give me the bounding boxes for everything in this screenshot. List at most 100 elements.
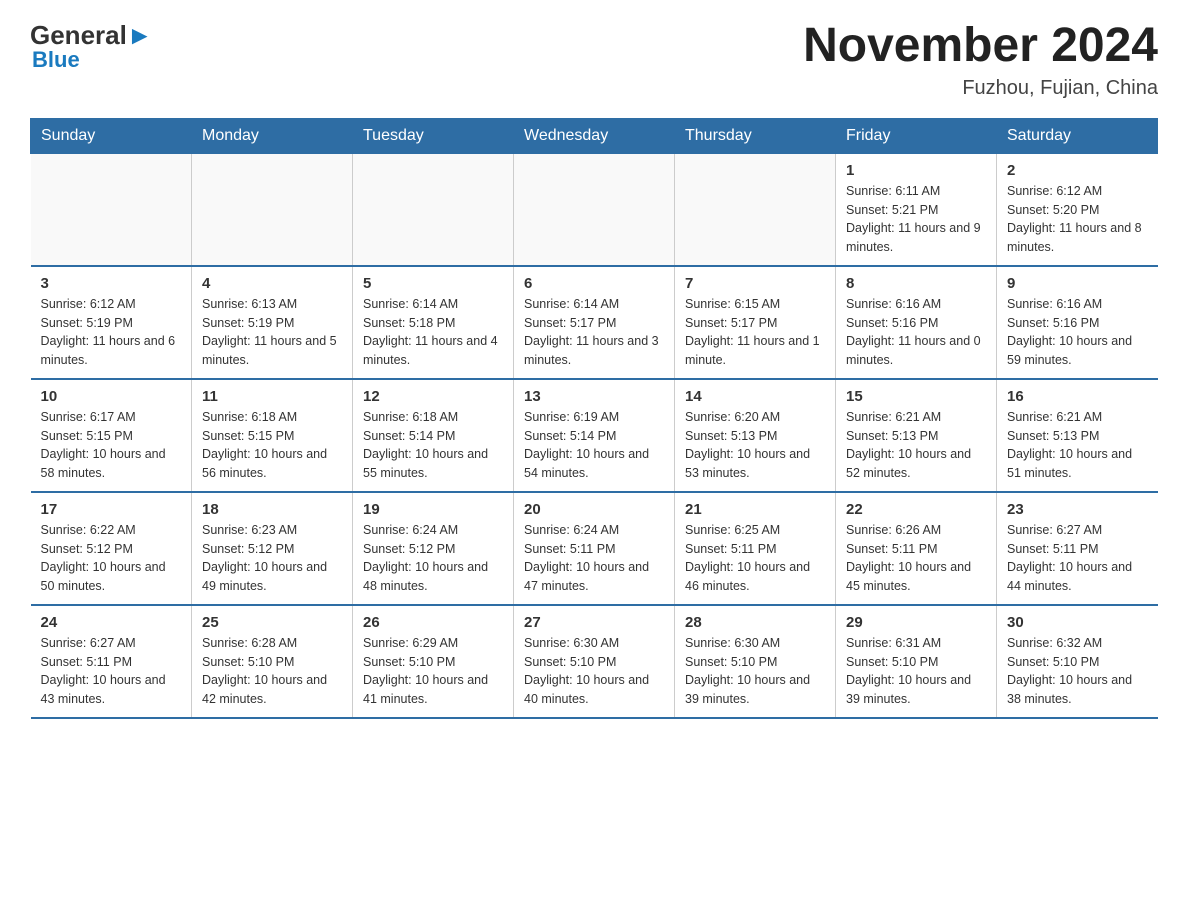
calendar-cell: 7Sunrise: 6:15 AMSunset: 5:17 PMDaylight… xyxy=(675,266,836,379)
col-monday: Monday xyxy=(192,118,353,153)
logo-blue-label: Blue xyxy=(32,47,80,73)
day-info: Sunrise: 6:23 AMSunset: 5:12 PMDaylight:… xyxy=(202,521,342,596)
calendar-cell: 30 Sunrise: 6:32 AMSunset: 5:10 PMDayligh… xyxy=(997,605,1158,718)
calendar-header-row: Sunday Monday Tuesday Wednesday Thursday… xyxy=(31,118,1158,153)
calendar-cell: 26 Sunrise: 6:29 AMSunset: 5:10 PMDayligh… xyxy=(353,605,514,718)
calendar-cell: 1 Sunrise: 6:11 AMSunset: 5:21 PMDaylight… xyxy=(836,153,997,266)
day-info: Sunrise: 6:31 AMSunset: 5:10 PMDaylight:… xyxy=(846,634,986,709)
calendar-cell: 22Sunrise: 6:26 AMSunset: 5:11 PMDayligh… xyxy=(836,492,997,605)
day-info: Sunrise: 6:21 AMSunset: 5:13 PMDaylight:… xyxy=(846,408,986,483)
calendar-cell: 24 Sunrise: 6:27 AMSunset: 5:11 PMDayligh… xyxy=(31,605,192,718)
calendar-cell: 16Sunrise: 6:21 AMSunset: 5:13 PMDayligh… xyxy=(997,379,1158,492)
calendar-cell: 17 Sunrise: 6:22 AMSunset: 5:12 PMDayligh… xyxy=(31,492,192,605)
col-friday: Friday xyxy=(836,118,997,153)
day-number: 30 xyxy=(1007,614,1148,631)
day-number: 9 xyxy=(1007,275,1148,292)
day-number: 19 xyxy=(363,501,503,518)
day-info: Sunrise: 6:17 AMSunset: 5:15 PMDaylight:… xyxy=(41,408,182,483)
day-number: 22 xyxy=(846,501,986,518)
day-number: 23 xyxy=(1007,501,1148,518)
day-info: Sunrise: 6:12 AMSunset: 5:19 PMDaylight:… xyxy=(41,295,182,370)
location-title: Fuzhou, Fujian, China xyxy=(803,77,1158,100)
day-number: 3 xyxy=(41,275,182,292)
calendar-cell: 27 Sunrise: 6:30 AMSunset: 5:10 PMDayligh… xyxy=(514,605,675,718)
day-info: Sunrise: 6:29 AMSunset: 5:10 PMDaylight:… xyxy=(363,634,503,709)
day-info: Sunrise: 6:24 AMSunset: 5:12 PMDaylight:… xyxy=(363,521,503,596)
calendar-cell: 9 Sunrise: 6:16 AMSunset: 5:16 PMDaylight… xyxy=(997,266,1158,379)
calendar-cell xyxy=(514,153,675,266)
calendar-cell: 21 Sunrise: 6:25 AMSunset: 5:11 PMDayligh… xyxy=(675,492,836,605)
calendar-cell: 20Sunrise: 6:24 AMSunset: 5:11 PMDayligh… xyxy=(514,492,675,605)
day-number: 29 xyxy=(846,614,986,631)
day-number: 16 xyxy=(1007,388,1148,405)
day-number: 11 xyxy=(202,388,342,405)
col-saturday: Saturday xyxy=(997,118,1158,153)
day-info: Sunrise: 6:16 AMSunset: 5:16 PMDaylight:… xyxy=(846,295,986,370)
day-number: 17 xyxy=(41,501,182,518)
calendar-week-4: 17 Sunrise: 6:22 AMSunset: 5:12 PMDayligh… xyxy=(31,492,1158,605)
day-info: Sunrise: 6:18 AMSunset: 5:15 PMDaylight:… xyxy=(202,408,342,483)
day-number: 8 xyxy=(846,275,986,292)
day-number: 4 xyxy=(202,275,342,292)
calendar-week-5: 24 Sunrise: 6:27 AMSunset: 5:11 PMDayligh… xyxy=(31,605,1158,718)
col-sunday: Sunday xyxy=(31,118,192,153)
day-number: 21 xyxy=(685,501,825,518)
calendar-cell: 18 Sunrise: 6:23 AMSunset: 5:12 PMDayligh… xyxy=(192,492,353,605)
day-number: 26 xyxy=(363,614,503,631)
day-info: Sunrise: 6:30 AMSunset: 5:10 PMDaylight:… xyxy=(685,634,825,709)
calendar-cell: 29 Sunrise: 6:31 AMSunset: 5:10 PMDayligh… xyxy=(836,605,997,718)
day-number: 10 xyxy=(41,388,182,405)
calendar-cell: 4 Sunrise: 6:13 AMSunset: 5:19 PMDaylight… xyxy=(192,266,353,379)
calendar-cell: 23 Sunrise: 6:27 AMSunset: 5:11 PMDayligh… xyxy=(997,492,1158,605)
day-info: Sunrise: 6:18 AMSunset: 5:14 PMDaylight:… xyxy=(363,408,503,483)
day-info: Sunrise: 6:14 AMSunset: 5:18 PMDaylight:… xyxy=(363,295,503,370)
day-info: Sunrise: 6:24 AMSunset: 5:11 PMDaylight:… xyxy=(524,521,664,596)
day-number: 15 xyxy=(846,388,986,405)
day-info: Sunrise: 6:27 AMSunset: 5:11 PMDaylight:… xyxy=(41,634,182,709)
calendar-cell: 5 Sunrise: 6:14 AMSunset: 5:18 PMDaylight… xyxy=(353,266,514,379)
calendar-week-2: 3 Sunrise: 6:12 AMSunset: 5:19 PMDaylight… xyxy=(31,266,1158,379)
day-info: Sunrise: 6:15 AMSunset: 5:17 PMDaylight:… xyxy=(685,295,825,370)
calendar-table: Sunday Monday Tuesday Wednesday Thursday… xyxy=(30,118,1158,719)
calendar-cell: 15 Sunrise: 6:21 AMSunset: 5:13 PMDayligh… xyxy=(836,379,997,492)
header: General ► Blue November 2024 Fuzhou, Fuj… xyxy=(30,20,1158,100)
calendar-cell: 2 Sunrise: 6:12 AMSunset: 5:20 PMDaylight… xyxy=(997,153,1158,266)
day-info: Sunrise: 6:16 AMSunset: 5:16 PMDaylight:… xyxy=(1007,295,1148,370)
calendar-cell: 19 Sunrise: 6:24 AMSunset: 5:12 PMDayligh… xyxy=(353,492,514,605)
col-thursday: Thursday xyxy=(675,118,836,153)
day-number: 2 xyxy=(1007,162,1148,179)
day-info: Sunrise: 6:12 AMSunset: 5:20 PMDaylight:… xyxy=(1007,182,1148,257)
day-number: 5 xyxy=(363,275,503,292)
day-number: 18 xyxy=(202,501,342,518)
calendar-cell xyxy=(353,153,514,266)
day-number: 24 xyxy=(41,614,182,631)
col-tuesday: Tuesday xyxy=(353,118,514,153)
calendar-cell: 11 Sunrise: 6:18 AMSunset: 5:15 PMDayligh… xyxy=(192,379,353,492)
day-number: 27 xyxy=(524,614,664,631)
day-info: Sunrise: 6:13 AMSunset: 5:19 PMDaylight:… xyxy=(202,295,342,370)
day-info: Sunrise: 6:30 AMSunset: 5:10 PMDaylight:… xyxy=(524,634,664,709)
calendar-cell: 28Sunrise: 6:30 AMSunset: 5:10 PMDayligh… xyxy=(675,605,836,718)
day-info: Sunrise: 6:28 AMSunset: 5:10 PMDaylight:… xyxy=(202,634,342,709)
col-wednesday: Wednesday xyxy=(514,118,675,153)
day-info: Sunrise: 6:32 AMSunset: 5:10 PMDaylight:… xyxy=(1007,634,1148,709)
day-info: Sunrise: 6:11 AMSunset: 5:21 PMDaylight:… xyxy=(846,182,986,257)
logo: General ► Blue xyxy=(30,20,153,73)
calendar-week-1: 1 Sunrise: 6:11 AMSunset: 5:21 PMDaylight… xyxy=(31,153,1158,266)
day-number: 6 xyxy=(524,275,664,292)
logo-blue-text: ► xyxy=(127,20,153,51)
calendar-cell: 3 Sunrise: 6:12 AMSunset: 5:19 PMDaylight… xyxy=(31,266,192,379)
day-number: 12 xyxy=(363,388,503,405)
calendar-cell: 14Sunrise: 6:20 AMSunset: 5:13 PMDayligh… xyxy=(675,379,836,492)
month-title: November 2024 xyxy=(803,20,1158,73)
calendar-cell xyxy=(31,153,192,266)
day-info: Sunrise: 6:27 AMSunset: 5:11 PMDaylight:… xyxy=(1007,521,1148,596)
day-info: Sunrise: 6:19 AMSunset: 5:14 PMDaylight:… xyxy=(524,408,664,483)
title-area: November 2024 Fuzhou, Fujian, China xyxy=(803,20,1158,100)
calendar-cell: 25Sunrise: 6:28 AMSunset: 5:10 PMDayligh… xyxy=(192,605,353,718)
day-number: 1 xyxy=(846,162,986,179)
calendar-cell xyxy=(675,153,836,266)
day-info: Sunrise: 6:25 AMSunset: 5:11 PMDaylight:… xyxy=(685,521,825,596)
day-info: Sunrise: 6:22 AMSunset: 5:12 PMDaylight:… xyxy=(41,521,182,596)
day-number: 14 xyxy=(685,388,825,405)
